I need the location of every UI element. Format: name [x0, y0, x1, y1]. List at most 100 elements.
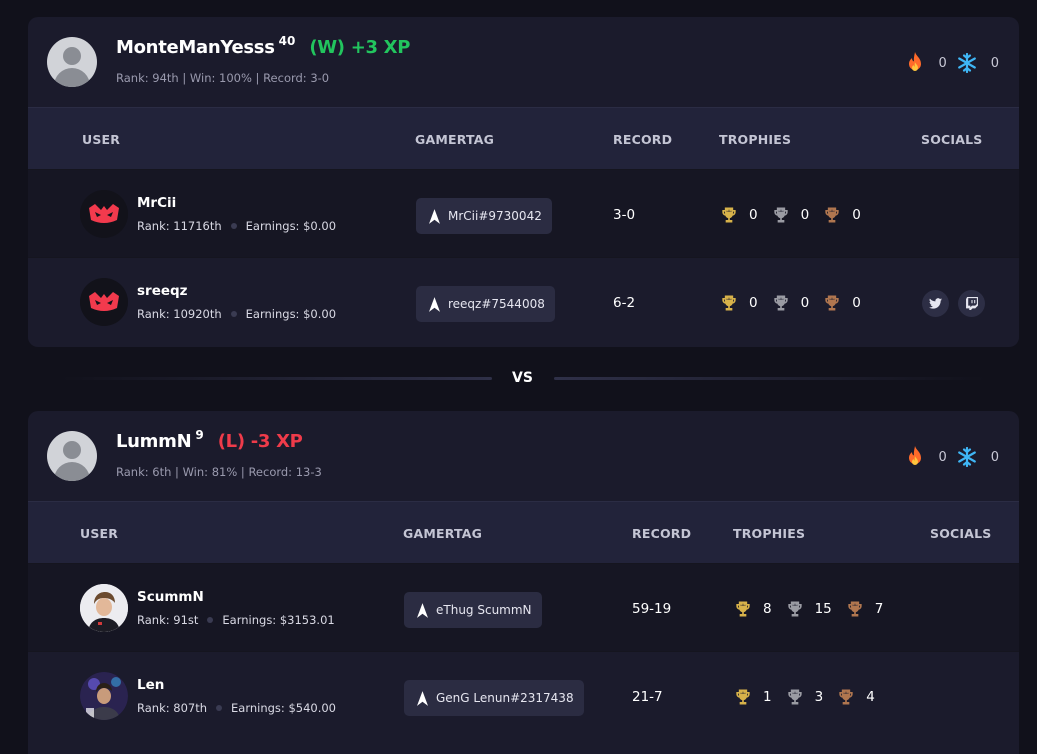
- avatar[interactable]: [80, 190, 128, 238]
- avatar[interactable]: [80, 672, 128, 720]
- silver-trophy-icon: [785, 687, 805, 707]
- silver-trophy-icon: [771, 205, 791, 225]
- streaks: 0 0: [906, 446, 999, 468]
- bronze-trophy-icon: [845, 599, 865, 619]
- silver-count: 0: [800, 207, 810, 223]
- streaks: 0 0: [906, 52, 999, 74]
- team-avatar[interactable]: [47, 37, 97, 87]
- silver-trophy-icon: [785, 599, 805, 619]
- avatar[interactable]: [80, 584, 128, 632]
- table-row: sreeqz Rank: 10920th Earnings: $0.00 reeq…: [28, 257, 1019, 345]
- team-name[interactable]: MonteManYesss: [116, 37, 275, 58]
- player-record: 3-0: [613, 207, 636, 223]
- silver-trophy-icon: [771, 293, 791, 313]
- match-result: (W) +3 XP: [309, 37, 411, 58]
- trophy-counts: 1 3 4: [733, 687, 888, 707]
- player-name[interactable]: ScummN: [137, 589, 204, 605]
- vs-line-right: [554, 377, 986, 380]
- table-row: Len Rank: 807th Earnings: $540.00 GenG Le…: [28, 651, 1019, 739]
- table-header: USER GAMERTAG RECORD TROPHIES SOCIALS: [28, 501, 1019, 563]
- gamertag-text: eThug ScummN: [436, 603, 532, 617]
- gamertag-badge[interactable]: reeqz#7544008: [416, 286, 555, 322]
- team-stats: Rank: 6th | Win: 81% | Record: 13-3: [116, 465, 322, 479]
- fire-streak-count: 0: [938, 55, 947, 71]
- gold-trophy-icon: [719, 293, 739, 313]
- player-record: 21-7: [632, 689, 663, 705]
- team-level: 9: [195, 428, 204, 442]
- col-record: RECORD: [613, 132, 673, 147]
- twitch-icon[interactable]: [958, 290, 985, 317]
- col-record: RECORD: [632, 526, 692, 541]
- table-row: MrCii Rank: 11716th Earnings: $0.00 MrCii…: [28, 169, 1019, 257]
- team-stats: Rank: 94th | Win: 100% | Record: 3-0: [116, 71, 330, 85]
- gold-count: 1: [763, 689, 772, 705]
- player-earnings: Earnings: $3153.01: [222, 613, 335, 627]
- player-meta: Rank: 807th Earnings: $540.00: [137, 701, 336, 715]
- silver-count: 15: [814, 601, 832, 617]
- gamertag-badge[interactable]: eThug ScummN: [404, 592, 542, 628]
- social-links: [922, 290, 985, 317]
- bronze-count: 4: [866, 689, 875, 705]
- vs-label: VS: [512, 370, 533, 386]
- match-result: (L) -3 XP: [217, 431, 303, 452]
- twitter-icon[interactable]: [922, 290, 949, 317]
- trophy-counts: 8 15 7: [733, 599, 896, 619]
- team-card-winner: MonteManYesss 40 (W) +3 XP Rank: 94th | …: [28, 17, 1019, 347]
- col-user: USER: [80, 526, 119, 541]
- gold-trophy-icon: [733, 599, 753, 619]
- gold-trophy-icon: [719, 205, 739, 225]
- team-title-line: MonteManYesss 40 (W) +3 XP: [116, 34, 411, 58]
- gamertag-badge[interactable]: GenG Lenun#2317438: [404, 680, 584, 716]
- team-level: 40: [278, 34, 296, 48]
- platform-icon: [417, 691, 428, 706]
- col-gamertag: GAMERTAG: [415, 132, 495, 147]
- player-meta: Rank: 10920th Earnings: $0.00: [137, 307, 336, 321]
- team-title-line: LummN 9 (L) -3 XP: [116, 428, 303, 452]
- player-earnings: Earnings: $0.00: [245, 219, 337, 233]
- player-rank: Rank: 807th: [137, 701, 208, 715]
- player-name[interactable]: sreeqz: [137, 283, 188, 299]
- player-record: 59-19: [632, 601, 672, 617]
- col-trophies: TROPHIES: [719, 132, 792, 147]
- player-name[interactable]: Len: [137, 677, 164, 693]
- platform-icon: [429, 297, 440, 312]
- team-name[interactable]: LummN: [116, 431, 192, 452]
- col-user: USER: [82, 132, 121, 147]
- gold-count: 8: [763, 601, 772, 617]
- col-socials: SOCIALS: [930, 526, 992, 541]
- team-card-loser: LummN 9 (L) -3 XP Rank: 6th | Win: 81% |…: [28, 411, 1019, 754]
- player-name[interactable]: MrCii: [137, 195, 176, 211]
- bronze-trophy-icon: [822, 293, 842, 313]
- gamertag-badge[interactable]: MrCii#9730042: [416, 198, 552, 234]
- team-avatar[interactable]: [47, 431, 97, 481]
- player-rank: Rank: 10920th: [137, 307, 222, 321]
- snowflake-icon: [957, 447, 976, 467]
- trophy-counts: 0 0 0: [719, 205, 874, 225]
- gamertag-text: MrCii#9730042: [448, 209, 542, 223]
- table-header: USER GAMERTAG RECORD TROPHIES SOCIALS: [28, 107, 1019, 169]
- trophy-counts: 0 0 0: [719, 293, 874, 313]
- gold-trophy-icon: [733, 687, 753, 707]
- col-socials: SOCIALS: [921, 132, 983, 147]
- ice-streak-count: 0: [990, 449, 999, 465]
- col-gamertag: GAMERTAG: [403, 526, 483, 541]
- player-earnings: Earnings: $0.00: [245, 307, 337, 321]
- bronze-count: 7: [874, 601, 884, 617]
- table-row: ScummN Rank: 91st Earnings: $3153.01 eThu…: [28, 563, 1019, 651]
- ice-streak-count: 0: [990, 55, 999, 71]
- gold-count: 0: [749, 295, 758, 311]
- team-header: MonteManYesss 40 (W) +3 XP Rank: 94th | …: [28, 17, 1019, 107]
- gold-count: 0: [749, 207, 758, 223]
- avatar[interactable]: [80, 278, 128, 326]
- vs-divider: VS: [0, 369, 1037, 389]
- fire-icon: [909, 446, 922, 465]
- player-rank: Rank: 11716th: [137, 219, 222, 233]
- vs-line-left: [60, 377, 492, 380]
- fire-icon: [909, 52, 922, 71]
- player-earnings: Earnings: $540.00: [231, 701, 337, 715]
- bronze-count: 0: [852, 207, 861, 223]
- gamertag-text: reeqz#7544008: [448, 297, 545, 311]
- player-meta: Rank: 91st Earnings: $3153.01: [137, 613, 335, 627]
- bronze-trophy-icon: [836, 687, 856, 707]
- player-rank: Rank: 91st: [137, 613, 199, 627]
